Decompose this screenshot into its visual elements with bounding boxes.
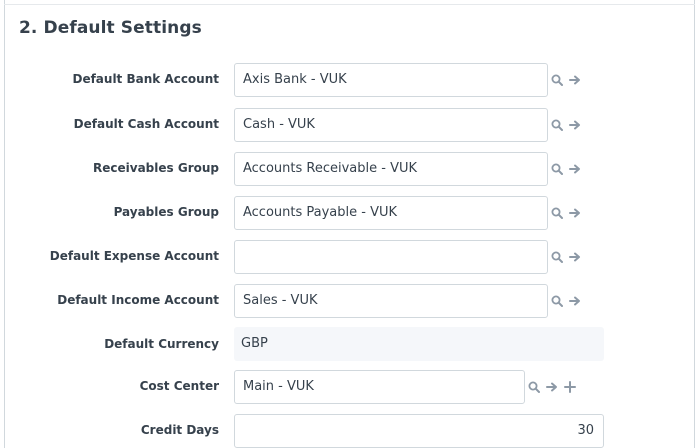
field-label: Default Expense Account [49,249,219,263]
field-label: Cost Center [139,379,219,393]
section-border-top [4,4,695,5]
field-row-default-income-account: Default Income Account Sales - VUK [0,284,700,318]
search-icon[interactable] [551,119,563,131]
field-actions [551,240,581,274]
arrow-right-icon[interactable] [569,163,581,175]
field-actions [551,108,581,142]
arrow-right-icon[interactable] [569,251,581,263]
default-cash-account-input[interactable]: Cash - VUK [234,108,548,142]
search-icon[interactable] [528,381,540,393]
search-icon[interactable] [551,74,563,86]
default-currency-value: GBP [234,327,604,361]
search-icon[interactable] [551,251,563,263]
field-label: Default Bank Account [72,72,219,86]
receivables-group-input[interactable]: Accounts Receivable - VUK [234,152,548,186]
arrow-right-icon[interactable] [569,207,581,219]
field-label: Default Currency [104,337,219,351]
field-row-default-currency: Default Currency GBP [0,327,700,361]
arrow-right-icon[interactable] [569,74,581,86]
default-bank-account-input[interactable]: Axis Bank - VUK [234,63,548,97]
arrow-right-icon[interactable] [546,381,558,393]
field-row-default-expense-account: Default Expense Account [0,240,700,274]
field-label: Receivables Group [93,161,219,175]
default-expense-account-input[interactable] [234,240,548,274]
section-title: 2. Default Settings [19,18,202,38]
credit-days-input[interactable]: 30 [234,414,604,448]
plus-icon[interactable] [564,381,576,393]
search-icon[interactable] [551,163,563,175]
field-row-payables-group: Payables Group Accounts Payable - VUK [0,196,700,230]
field-label: Payables Group [113,205,219,219]
field-row-cost-center: Cost Center Main - VUK [0,370,700,404]
field-row-receivables-group: Receivables Group Accounts Receivable - … [0,152,700,186]
field-row-credit-days: Credit Days 30 [0,414,700,448]
field-actions [551,63,581,97]
arrow-right-icon[interactable] [569,119,581,131]
field-label: Credit Days [140,423,219,437]
field-actions [528,370,576,404]
cost-center-input[interactable]: Main - VUK [234,370,525,404]
default-income-account-input[interactable]: Sales - VUK [234,284,548,318]
field-actions [551,284,581,318]
default-settings-section: 2. Default Settings Default Bank Account… [0,0,700,448]
field-actions [551,152,581,186]
search-icon[interactable] [551,207,563,219]
field-actions [551,196,581,230]
field-label: Default Income Account [57,293,219,307]
field-row-default-cash-account: Default Cash Account Cash - VUK [0,108,700,142]
arrow-right-icon[interactable] [569,295,581,307]
payables-group-input[interactable]: Accounts Payable - VUK [234,196,548,230]
field-row-default-bank-account: Default Bank Account Axis Bank - VUK [0,63,700,97]
field-label: Default Cash Account [73,117,219,131]
search-icon[interactable] [551,295,563,307]
